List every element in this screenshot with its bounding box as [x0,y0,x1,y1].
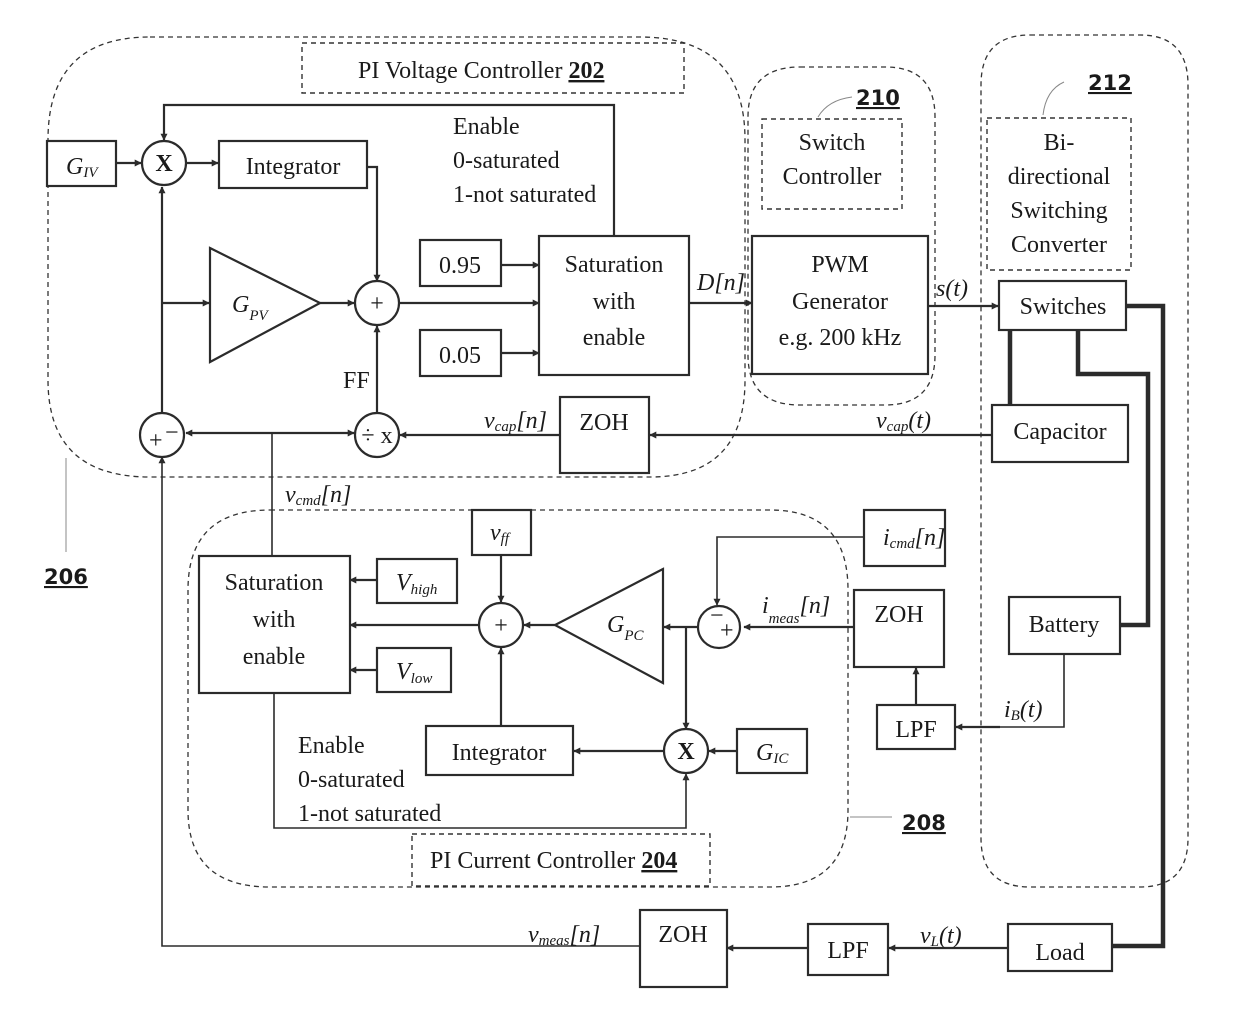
signal-imeas-n: imeas[n] [762,593,830,627]
battery-block[interactable]: Battery [1007,595,1122,656]
load-block[interactable]: Load [1006,922,1114,973]
saturation-top-block[interactable]: Saturation with enable [537,234,691,377]
zoh-current-block[interactable]: ZOH [852,588,946,669]
enable-bottom-line2: 0-saturated [298,767,405,793]
gpv-gain-block[interactable]: GPV [208,246,323,364]
signal-dn: D[n] [696,270,745,296]
enable-top-line1: Enable [453,114,520,140]
current-controller-title: PI Current Controller 204 [430,848,677,874]
const-095-label: 0.95 [439,253,481,279]
converter-line4: Converter [1011,232,1107,258]
const-005-block[interactable]: 0.05 [418,328,503,378]
wire-icmd-to-error [713,536,864,606]
capacitor-label: Capacitor [1013,419,1106,445]
enable-top-line2: 0-saturated [453,148,560,174]
switches-block[interactable]: Switches [997,279,1128,332]
ref-212: 212 [1088,71,1132,95]
saturation-bottom-line2: with [253,607,296,633]
integrator-bottom-block[interactable]: Integrator [424,724,575,777]
zoh-voltage-block[interactable]: ZOH [638,908,729,989]
ff-label: FF [343,368,370,394]
sum-top[interactable]: + [353,279,401,327]
integrator-bottom-label: Integrator [452,740,547,766]
pwm-line1: PWM [811,252,868,278]
saturation-top-line1: Saturation [565,252,664,278]
zoh-current-label: ZOH [874,602,923,628]
converter-line3: Switching [1010,198,1107,224]
vff-block[interactable]: vff [470,508,533,557]
divider-block[interactable]: ÷ x [353,411,401,459]
block-diagram: PI Voltage Controller 202 PI Current Con… [44,34,1189,989]
sum-top-symbol: + [370,291,384,317]
lpf-current-block[interactable]: LPF [875,703,957,751]
multiplier-bottom[interactable]: X [662,727,710,775]
voltage-error-plus: + [149,428,163,454]
zoh-voltage-label: ZOH [658,922,707,948]
voltage-error-minus: − [165,420,179,446]
pwm-line2: Generator [792,289,888,315]
voltage-controller-title: PI Voltage Controller 202 [358,58,604,84]
vlow-block[interactable]: Vlow [375,646,453,694]
current-error-plus: + [720,618,734,644]
lpf-voltage-label: LPF [827,938,868,964]
saturation-top-line3: enable [583,325,646,351]
icmd-block[interactable]: icmd[n] [862,508,947,568]
voltage-error-sum[interactable]: + − [138,411,186,459]
const-095-block[interactable]: 0.95 [418,238,503,288]
ref-210: 210 [856,86,900,110]
sum-bottom-symbol: + [494,613,508,639]
signal-vl-t: vL(t) [920,923,962,950]
battery-label: Battery [1029,612,1100,638]
enable-bottom-line1: Enable [298,733,365,759]
switch-controller-line1: Switch [799,130,866,156]
leader-210 [817,96,853,118]
vhigh-block[interactable]: Vhigh [375,557,459,605]
gpc-gain-block[interactable]: GPC [552,567,665,685]
saturation-bottom-block[interactable]: Saturation with enable [197,554,352,695]
lpf-current-label: LPF [895,717,936,743]
saturation-top-line2: with [593,289,636,315]
giv-block[interactable]: GIV [45,139,118,188]
pwm-line3: e.g. 200 kHz [779,325,902,351]
integrator-top-block[interactable]: Integrator [217,139,369,190]
signal-st: s(t) [936,276,968,302]
load-label: Load [1035,940,1084,966]
zoh-capacitor-block[interactable]: ZOH [558,395,651,475]
saturation-bottom-line3: enable [243,644,306,670]
gic-block[interactable]: GIC [735,727,809,775]
enable-top-line3: 1-not saturated [453,182,596,208]
capacitor-block[interactable]: Capacitor [990,403,1130,464]
current-error-sum[interactable]: − + [696,603,742,650]
wire-switch-battery [1075,330,1151,628]
const-005-label: 0.05 [439,343,481,369]
ref-206: 206 [44,565,88,589]
multiplier-bottom-symbol: X [677,739,695,765]
sum-bottom[interactable]: + [477,601,525,649]
signal-vcmd-n: vcmd[n] [285,482,351,509]
converter-line1: Bi- [1044,130,1075,156]
signal-vcap-t: vcap(t) [876,408,931,435]
leader-212 [1042,81,1065,116]
switch-controller-line2: Controller [783,164,882,190]
switches-label: Switches [1020,294,1107,320]
lpf-voltage-block[interactable]: LPF [806,922,890,977]
wire-integrator-to-sum [367,165,381,282]
enable-bottom-line3: 1-not saturated [298,801,441,827]
signal-vcap-n: vcap[n] [484,408,547,435]
pwm-generator-block[interactable]: PWM Generator e.g. 200 kHz [750,234,930,376]
zoh-capacitor-label: ZOH [579,410,628,436]
saturation-bottom-line1: Saturation [225,570,324,596]
multiplier-top-symbol: X [155,151,173,177]
integrator-top-label: Integrator [246,154,341,180]
divider-symbol: ÷ x [361,423,392,449]
multiplier-top[interactable]: X [140,139,188,187]
signal-ib-t: iB(t) [1004,697,1043,724]
signal-vmeas-n: vmeas[n] [528,922,600,949]
converter-line2: directional [1008,164,1111,190]
ref-208: 208 [902,811,946,835]
